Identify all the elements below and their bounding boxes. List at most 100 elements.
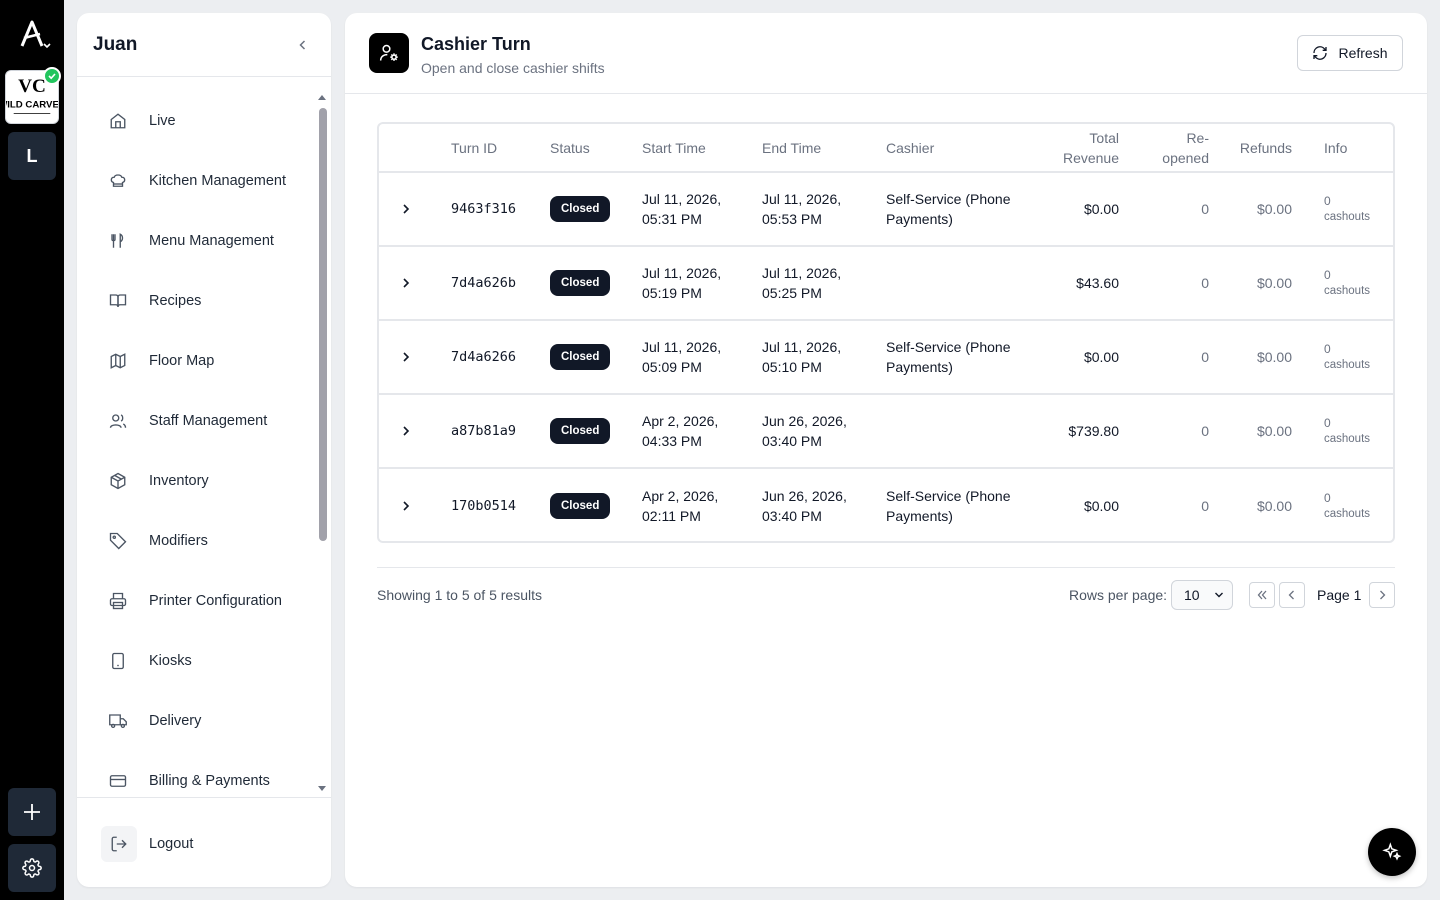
table-row[interactable]: 7d4a626b Closed Jul 11, 2026, 05:19 PM Jul 1… <box>379 246 1393 321</box>
sidebar-item-delivery[interactable]: Delivery <box>101 703 201 739</box>
col-total-revenue[interactable]: Total Revenue <box>1028 124 1119 173</box>
col-reopened[interactable]: Re- opened <box>1119 124 1209 173</box>
first-page-button[interactable] <box>1249 582 1275 608</box>
col-total-revenue-line2: Revenue <box>1062 149 1119 166</box>
col-turn-id[interactable]: Turn ID <box>451 124 550 173</box>
expand-row-button[interactable] <box>379 268 433 298</box>
expand-row-button[interactable] <box>379 342 433 372</box>
cashier-line2: Payments) <box>886 359 953 375</box>
col-refunds[interactable]: Refunds <box>1209 124 1292 173</box>
sidebar-item-inventory[interactable]: Inventory <box>101 463 209 499</box>
row-expand-cell <box>379 246 451 321</box>
cashier: Self-Service (Phone Payments) <box>886 468 1028 541</box>
sidebar-item-menu-management[interactable]: Menu Management <box>101 223 274 259</box>
verified-check-icon <box>43 67 61 85</box>
cashouts-count: 0 <box>1324 416 1331 430</box>
user-cog-icon <box>369 33 409 73</box>
col-end-time[interactable]: End Time <box>762 124 886 173</box>
sidebar-item-staff-management[interactable]: Staff Management <box>101 403 267 439</box>
rows-per-page-label: Rows per page: <box>1069 587 1168 603</box>
sidebar-item-live[interactable]: Live <box>101 103 176 139</box>
next-page-button[interactable] <box>1369 582 1395 608</box>
table-row[interactable]: 7d4a6266 Closed Jul 11, 2026, 05:09 PM Jul 1… <box>379 320 1393 395</box>
sidebar-item-label: Kiosks <box>149 653 192 669</box>
sidebar-title: Juan <box>93 33 138 55</box>
rows-per-page-select[interactable]: 10 <box>1171 580 1233 610</box>
col-reopened-line2: opened <box>1162 149 1209 166</box>
chef-hat-icon <box>101 163 137 199</box>
end-date: Jul 11, 2026, <box>762 191 842 207</box>
cashier-line1: Self-Service (Phone <box>886 339 1011 355</box>
page-subtitle: Open and close cashier shifts <box>421 60 605 76</box>
refresh-button[interactable]: Refresh <box>1297 35 1403 71</box>
sidebar-item-kiosks[interactable]: Kiosks <box>101 643 192 679</box>
col-status[interactable]: Status <box>550 124 642 173</box>
col-cashier[interactable]: Cashier <box>886 124 1028 173</box>
end-clock: 03:40 PM <box>762 433 822 449</box>
workspace-avatar[interactable]: L <box>8 132 56 180</box>
sidebar-footer: Logout <box>77 797 331 887</box>
settings-button[interactable] <box>8 844 56 892</box>
start-clock: 05:19 PM <box>642 285 702 301</box>
truck-icon <box>101 703 137 739</box>
collapse-sidebar-button[interactable] <box>291 33 315 57</box>
info-cell: 0 cashouts <box>1292 172 1393 247</box>
pagination-divider <box>377 567 1395 568</box>
book-open-icon <box>101 283 137 319</box>
sidebar-item-label: Live <box>149 113 176 129</box>
cashier-line1: Self-Service (Phone <box>886 487 1011 504</box>
sidebar-item-label: Printer Configuration <box>149 593 282 609</box>
sidebar-scrollbar-thumb[interactable] <box>319 108 327 541</box>
status-cell: Closed <box>550 320 642 395</box>
turn-id: 170b0514 <box>451 497 517 514</box>
results-summary: Showing 1 to 5 of 5 results <box>377 587 542 603</box>
sidebar-item-modifiers[interactable]: Modifiers <box>101 523 208 559</box>
table-row[interactable]: 9463f316 Closed Jul 11, 2026, 05:31 PM Jul 1… <box>379 172 1393 247</box>
table-row[interactable]: a87b81a9 Closed Apr 2, 2026, 04:33 PM Jun 26… <box>379 394 1393 469</box>
turn-id: 7d4a6266 <box>451 320 550 395</box>
tag-icon <box>101 523 137 559</box>
sidebar-header: Juan <box>77 13 331 77</box>
row-expand-cell <box>379 468 451 541</box>
scroll-up-icon[interactable] <box>318 95 326 100</box>
start-date: Jul 11, 2026, <box>642 265 722 281</box>
sidebar-item-label: Billing & Payments <box>149 773 270 789</box>
page-header: Cashier Turn Open and close cashier shif… <box>345 13 1427 94</box>
add-button[interactable] <box>8 788 56 836</box>
utensils-icon <box>101 223 137 259</box>
start-clock: 05:31 PM <box>642 211 702 227</box>
reopened-count: 0 <box>1119 246 1209 321</box>
svg-text:WILD CARVER: WILD CARVER <box>6 100 58 111</box>
sidebar-item-printer-configuration[interactable]: Printer Configuration <box>101 583 282 619</box>
expand-row-button[interactable] <box>379 491 433 521</box>
logout-label: Logout <box>149 836 194 852</box>
svg-text:VC: VC <box>18 76 46 97</box>
previous-page-button[interactable] <box>1279 582 1305 608</box>
info-cell: 0 cashouts <box>1292 468 1393 541</box>
cashouts-count: 0 <box>1324 194 1331 208</box>
expand-row-button[interactable] <box>379 194 433 224</box>
expand-row-button[interactable] <box>379 416 433 446</box>
sidebar-item-kitchen-management[interactable]: Kitchen Management <box>101 163 286 199</box>
status-badge: Closed <box>550 418 611 444</box>
page-indicator: Page 1 <box>1317 587 1362 603</box>
ai-assistant-button[interactable] <box>1368 828 1416 876</box>
end-clock: 05:25 PM <box>762 285 822 301</box>
logout-button[interactable]: Logout <box>101 826 193 862</box>
col-start-time[interactable]: Start Time <box>642 124 762 173</box>
scroll-down-icon[interactable] <box>318 786 326 791</box>
end-date: Jul 11, 2026, <box>762 265 842 281</box>
sidebar-item-recipes[interactable]: Recipes <box>101 283 201 319</box>
col-expand <box>379 124 451 173</box>
plus-icon <box>24 804 40 820</box>
sidebar-item-floor-map[interactable]: Floor Map <box>101 343 214 379</box>
end-date: Jul 11, 2026, <box>762 339 842 355</box>
reopened-count: 0 <box>1119 172 1209 247</box>
total-revenue: $739.80 <box>1028 394 1119 469</box>
start-clock: 05:09 PM <box>642 359 702 375</box>
table-row[interactable]: 170b0514 Closed Apr 2, 2026, 02:11 PM Jun 26… <box>379 468 1393 541</box>
sidebar-item-billing-payments[interactable]: Billing & Payments <box>101 763 270 797</box>
app-logo-icon[interactable] <box>10 14 54 54</box>
cashouts-label: cashouts <box>1324 433 1371 445</box>
chevron-left-icon <box>1288 590 1294 600</box>
